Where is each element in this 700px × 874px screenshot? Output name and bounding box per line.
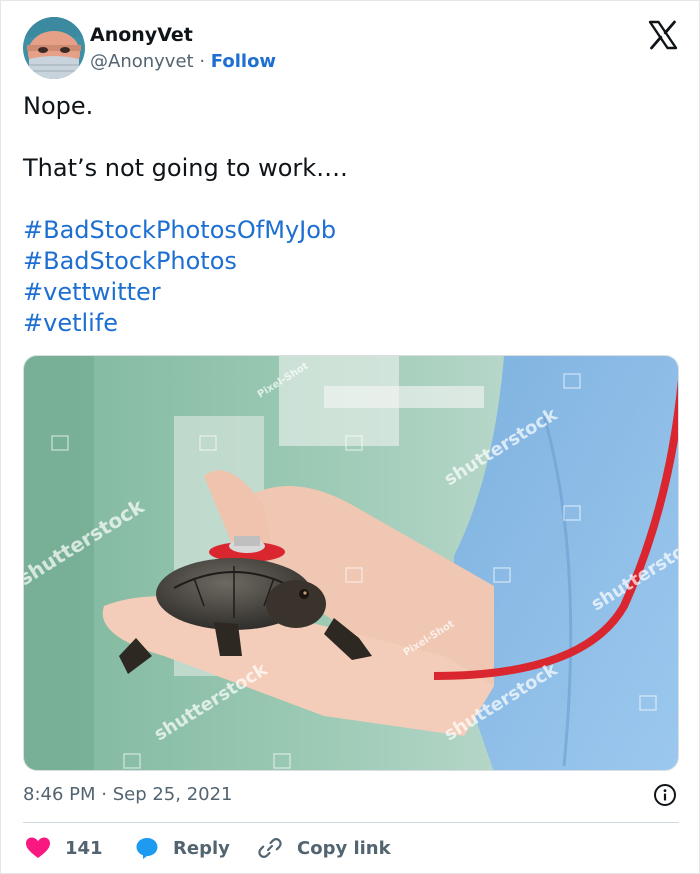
info-icon[interactable] xyxy=(653,783,677,807)
like-count: 141 xyxy=(65,837,103,859)
tweet-timestamp[interactable]: 8:46 PM · Sep 25, 2021 xyxy=(23,782,233,808)
author-handle[interactable]: @Anonyvet xyxy=(90,51,194,72)
tweet-header: AnonyVet @Anonyvet · Follow xyxy=(23,17,679,79)
tweet-line: That’s not going to work…. xyxy=(23,154,348,182)
avatar[interactable] xyxy=(23,17,85,79)
link-icon xyxy=(258,838,282,858)
reply-button[interactable]: Reply xyxy=(135,833,230,863)
reply-label: Reply xyxy=(173,837,230,859)
like-button[interactable]: 141 xyxy=(25,833,103,863)
hashtag-link[interactable]: #BadStockPhotosOfMyJob xyxy=(23,215,673,246)
author-handle-line: @Anonyvet · Follow xyxy=(90,49,276,75)
tweet-actions: 141 Reply Copy link xyxy=(23,833,679,863)
tweet-card: AnonyVet @Anonyvet · Follow Nope. That’s… xyxy=(0,0,700,874)
reply-bubble-icon xyxy=(136,838,158,859)
tweet-line: Nope. xyxy=(23,92,94,120)
turtle-stethoscope-photo: shutterstock shutterstock shutterstock s… xyxy=(24,356,678,770)
tweet-photo[interactable]: shutterstock shutterstock shutterstock s… xyxy=(23,355,679,771)
x-logo-icon[interactable] xyxy=(647,19,679,51)
copy-link-label: Copy link xyxy=(297,837,391,859)
vet-avatar-icon xyxy=(23,17,85,79)
copy-link-button[interactable]: Copy link xyxy=(257,833,391,863)
follow-button[interactable]: Follow xyxy=(211,51,276,72)
handle-separator: · xyxy=(199,51,206,72)
tweet-text: Nope. That’s not going to work…. #BadSto… xyxy=(23,91,673,339)
hashtag-link[interactable]: #vettwitter xyxy=(23,277,673,308)
hashtag-link[interactable]: #vetlife xyxy=(23,308,673,339)
heart-icon xyxy=(26,837,50,858)
author-name[interactable]: AnonyVet xyxy=(90,23,276,47)
hashtag-link[interactable]: #BadStockPhotos xyxy=(23,246,673,277)
actions-divider xyxy=(23,822,679,823)
author-block: AnonyVet @Anonyvet · Follow xyxy=(90,23,276,75)
